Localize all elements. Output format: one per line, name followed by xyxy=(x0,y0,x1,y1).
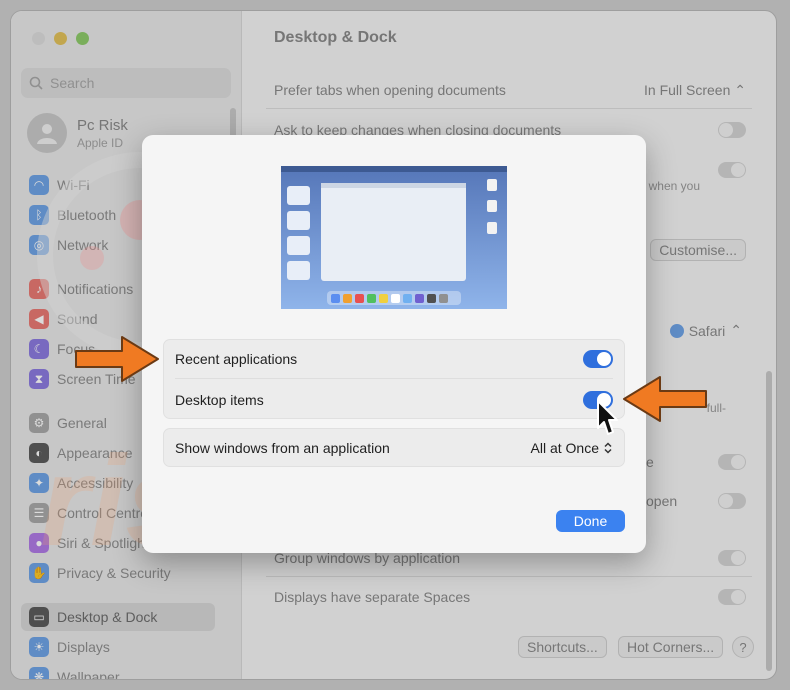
desktop-items-row: Desktop items xyxy=(175,380,613,419)
show-windows-value: All at Once xyxy=(530,439,599,456)
right-arrow-annotation xyxy=(623,376,707,422)
desktop-items-label: Desktop items xyxy=(175,391,264,408)
recent-applications-label: Recent applications xyxy=(175,351,298,367)
show-windows-select[interactable]: All at Once xyxy=(531,440,612,456)
show-windows-row: Show windows from an application All at … xyxy=(163,428,625,467)
chevron-updown-icon xyxy=(604,441,612,454)
recent-applications-toggle[interactable] xyxy=(583,350,613,368)
mouse-cursor-icon xyxy=(597,400,618,435)
left-arrow-annotation xyxy=(75,336,159,382)
done-button[interactable]: Done xyxy=(556,510,625,532)
recent-applications-row: Recent applications xyxy=(175,340,613,379)
widgets-dialog: Recent applications Desktop items Show w… xyxy=(142,135,646,553)
desktop-preview-illustration xyxy=(281,166,507,309)
show-windows-label: Show windows from an application xyxy=(175,439,390,456)
widget-options-group: Recent applications Desktop items xyxy=(163,339,625,419)
